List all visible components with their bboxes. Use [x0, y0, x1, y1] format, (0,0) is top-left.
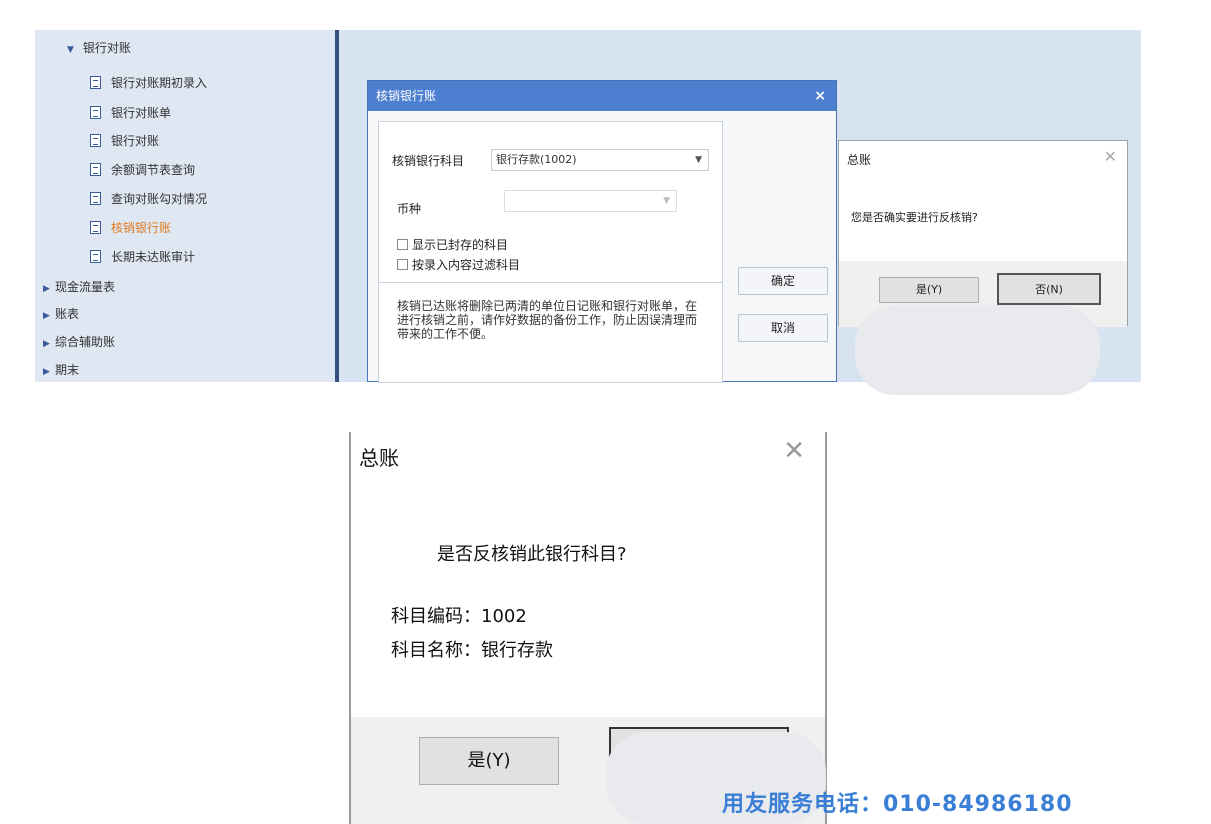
chevron-right-icon: ▶: [43, 339, 50, 349]
chevron-down-icon: ▼: [663, 196, 670, 206]
tree-group-reports[interactable]: ▶ 账表: [43, 304, 79, 324]
checkbox-box: [397, 239, 408, 250]
write-off-note: 核销已达账将删除已两清的单位日记账和银行对账单，在进行核销之前，请作好数据的备份…: [397, 299, 698, 341]
panel-divider: [379, 282, 722, 283]
tree-group-cash-flow[interactable]: ▶ 现金流量表: [43, 277, 115, 297]
tree-item-balance-adjustment[interactable]: 余额调节表查询: [90, 160, 195, 180]
document-icon: [90, 192, 101, 205]
dialog-form-panel: 核销银行科目 银行存款(1002) ▼ 币种 ▼ 显示已封存的科目 按录入内容过…: [378, 121, 723, 383]
chevron-down-icon: ▼: [67, 45, 74, 55]
show-sealed-checkbox[interactable]: 显示已封存的科目: [397, 236, 508, 253]
tree-item-long-outstanding-audit[interactable]: 长期未达账审计: [90, 247, 195, 267]
dialog-title: 总账: [359, 446, 399, 470]
subject-select[interactable]: 银行存款(1002) ▼: [491, 149, 709, 171]
subject-code-line: 科目编码：1002: [391, 606, 527, 627]
tree-item-check-status[interactable]: 查询对账勾对情况: [90, 189, 207, 209]
tree-item-bank-statement[interactable]: 银行对账单: [90, 103, 171, 123]
confirm-reverse-dialog: 总账 ✕ 您是否确实要进行反核销? 是(Y) 否(N): [838, 140, 1128, 327]
no-button[interactable]: 否(N): [997, 273, 1101, 305]
dialog-message: 您是否确实要进行反核销?: [851, 211, 978, 224]
document-icon: [90, 76, 101, 89]
close-icon[interactable]: ✕: [1104, 147, 1117, 166]
yes-button[interactable]: 是(Y): [419, 737, 559, 785]
subject-name-line: 科目名称：银行存款: [391, 640, 553, 661]
write-off-dialog: 核销银行账 × 核销银行科目 银行存款(1002) ▼ 币种 ▼ 显示已封存的科…: [367, 80, 837, 383]
close-icon[interactable]: ×: [814, 81, 826, 111]
document-icon: [90, 134, 101, 147]
tree-group-bank-reconciliation[interactable]: ▼ 银行对账: [67, 38, 131, 58]
tree-group-period-end[interactable]: ▶ 期末: [43, 360, 79, 380]
bottom-screenshot: 总账 ✕ 是否反核销此银行科目? 科目编码：1002 科目名称：银行存款 是(Y…: [349, 432, 827, 824]
chevron-right-icon: ▶: [43, 284, 50, 294]
subject-label: 核销银行科目: [392, 154, 465, 168]
dialog-title-bar: 核销银行账 ×: [368, 81, 836, 111]
document-icon: [90, 163, 101, 176]
currency-select[interactable]: ▼: [504, 190, 677, 212]
cancel-button[interactable]: 取消: [738, 314, 828, 342]
top-screenshot: ▼ 银行对账 银行对账期初录入 银行对账单 银行对账 余额调节表查询 查询对账勾…: [0, 0, 1211, 395]
watermark-blur: [855, 305, 1100, 395]
dialog-title: 总账: [847, 153, 872, 167]
document-icon: [90, 106, 101, 119]
dialog-title: 核销银行账: [376, 89, 437, 103]
chevron-right-icon: ▶: [43, 367, 50, 377]
navigation-sidebar: ▼ 银行对账 银行对账期初录入 银行对账单 银行对账 余额调节表查询 查询对账勾…: [35, 30, 335, 382]
chevron-right-icon: ▶: [43, 311, 50, 321]
yes-button[interactable]: 是(Y): [879, 277, 979, 303]
close-icon[interactable]: ✕: [783, 436, 805, 466]
filter-by-input-checkbox[interactable]: 按录入内容过滤科目: [397, 256, 520, 273]
dialog-message: 是否反核销此银行科目?: [437, 544, 627, 565]
tree-item-opening-entry[interactable]: 银行对账期初录入: [90, 73, 207, 93]
ok-button[interactable]: 确定: [738, 267, 828, 295]
tree-item-write-off-bank[interactable]: 核销银行账: [90, 218, 171, 238]
document-icon: [90, 250, 101, 263]
chevron-down-icon: ▼: [695, 155, 702, 165]
currency-label: 币种: [397, 202, 422, 216]
document-icon: [90, 221, 101, 234]
tree-item-bank-reconcile[interactable]: 银行对账: [90, 131, 159, 151]
checkbox-box: [397, 259, 408, 270]
tree-group-auxiliary[interactable]: ▶ 综合辅助账: [43, 332, 115, 352]
service-hotline: 用友服务电话：010-84986180: [722, 792, 1073, 817]
